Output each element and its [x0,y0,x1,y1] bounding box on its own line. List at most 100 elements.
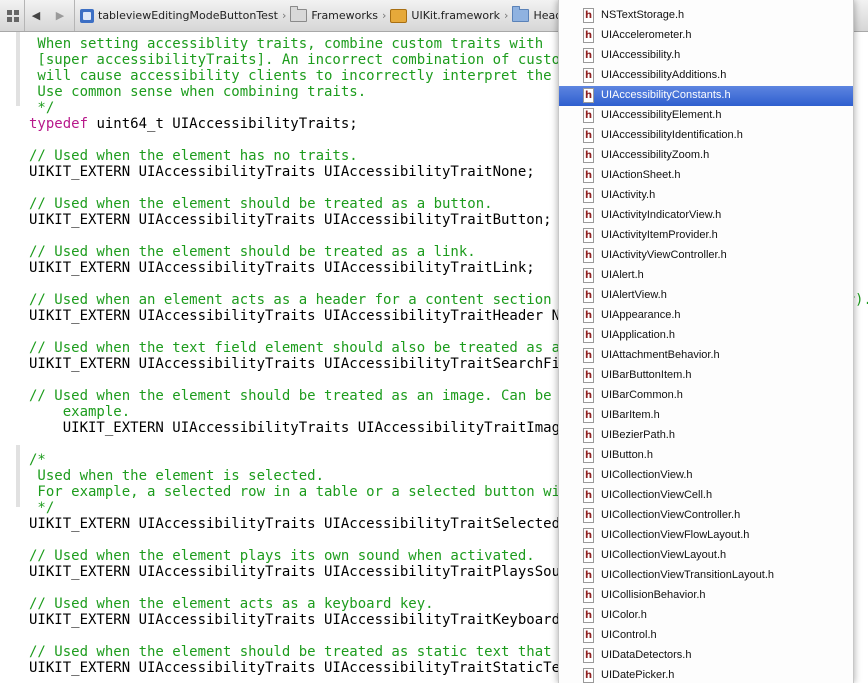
menu-item-file[interactable]: h UIAttachmentBehavior.h [559,346,853,366]
code-line: UIKIT_EXTERN UIAccessibilityTraits UIAcc… [29,164,535,180]
header-file-icon: h [583,448,594,463]
scope-gutter-marker [16,445,20,507]
code-line: UIKIT_EXTERN UIAccessibilityTraits UIAcc… [29,212,552,228]
menu-item-label: UICollectionViewTransitionLayout.h [601,569,775,581]
code-line: will cause accessibility clients to inco… [29,68,627,84]
header-file-icon: h [583,228,594,243]
header-file-icon: h [583,108,594,123]
menu-item-file[interactable]: h UIColor.h [559,606,853,626]
back-arrow-icon[interactable]: ◀ [28,0,44,31]
menu-item-label: UIAccessibility.h [601,49,681,61]
code-line: Used when the element is selected. [29,468,324,484]
code-line: UIKIT_EXTERN UIAccessibilityTraits UIAcc… [29,660,585,676]
chevron-right-icon: › [504,9,509,22]
header-file-icon: h [583,168,594,183]
code-line: UIKIT_EXTERN UIAccessibilityTraits UIAcc… [29,516,568,532]
breadcrumb-frameworks[interactable]: Frameworks [290,6,378,22]
header-file-icon: h [583,648,594,663]
menu-item-file[interactable]: h UIActivityIndicatorView.h [559,206,853,226]
menu-item-file[interactable]: h UIAccelerometer.h [559,26,853,46]
menu-item-file[interactable]: h UIActivity.h [559,186,853,206]
menu-item-file[interactable]: h UIAccessibilityElement.h [559,106,853,126]
menu-item-label: UICollectionViewController.h [601,509,741,521]
menu-item-label: UIAccessibilityElement.h [601,109,722,121]
menu-item-file[interactable]: h UIBezierPath.h [559,426,853,446]
menu-item-file[interactable]: h UIAccessibilityAdditions.h [559,66,853,86]
code-line: UIKIT_EXTERN UIAccessibilityTraits UIAcc… [29,612,594,628]
code-line: // Used when the element should be treat… [29,244,476,260]
menu-item-label: UIActionSheet.h [601,169,681,181]
menu-item-file[interactable]: h UIBarCommon.h [559,386,853,406]
header-file-icon: h [583,48,594,63]
header-file-icon: h [583,68,594,83]
menu-item-label: UIAccessibilityConstants.h [601,89,731,101]
forward-arrow-icon[interactable]: ▶ [52,0,68,31]
menu-item-file[interactable]: h UICollectionViewController.h [559,506,853,526]
menu-item-file[interactable]: h UIApplication.h [559,326,853,346]
header-file-icon: h [583,128,594,143]
menu-item-file[interactable]: h UIDataDetectors.h [559,646,853,666]
menu-item-file[interactable]: h UIControl.h [559,626,853,646]
header-file-icon: h [583,248,594,263]
code-comment: When setting accessiblity traits, combin… [29,36,544,52]
chevron-right-icon: › [382,9,387,22]
menu-item-file[interactable]: h UIAccessibilityIdentification.h [559,126,853,146]
file-list-menu[interactable]: h NSTextStorage.h h UIAccelerometer.h h UIAcc… [558,0,854,683]
menu-item-file[interactable]: h UIActivityViewController.h [559,246,853,266]
header-file-icon: h [583,308,594,323]
menu-item-file[interactable]: h UIAccessibilityZoom.h [559,146,853,166]
header-file-icon: h [583,528,594,543]
menu-item-label: UIAppearance.h [601,309,681,321]
menu-item-file[interactable]: h UIDatePicker.h [559,666,853,683]
menu-item-label: UICollisionBehavior.h [601,589,706,601]
header-file-icon: h [583,148,594,163]
menu-item-file[interactable]: h UIButton.h [559,446,853,466]
related-files-icon[interactable] [4,0,22,31]
menu-item-file[interactable]: h UIAccessibilityConstants.h [559,86,853,106]
menu-item-label: UIBarCommon.h [601,389,683,401]
menu-item-label: UIDataDetectors.h [601,649,692,661]
code-line: // Used when the element has no traits. [29,148,358,164]
header-file-icon: h [583,588,594,603]
menu-item-label: UIButton.h [601,449,653,461]
menu-item-file[interactable]: h UICollectionViewFlowLayout.h [559,526,853,546]
code-comment: /* [29,452,46,468]
menu-item-label: UIDatePicker.h [601,669,675,681]
code-comment: // Used when the element should be treat… [29,196,493,212]
menu-item-file[interactable]: h UICollectionView.h [559,466,853,486]
code-comment: */ [29,100,55,116]
menu-item-file[interactable]: h UIActivityItemProvider.h [559,226,853,246]
code-text: UIKIT_EXTERN UIAccessibilityTraits UIAcc… [29,660,586,676]
menu-item-file[interactable]: h UIBarItem.h [559,406,853,426]
breadcrumb-project[interactable]: tableviewEditingModeButtonTest [80,8,278,23]
menu-item-label: UIAccessibilityAdditions.h [601,69,727,81]
code-line: */ [29,100,54,116]
code-line: UIKIT_EXTERN UIAccessibilityTraits UIAcc… [29,564,585,580]
menu-item-file[interactable]: h UIAlert.h [559,266,853,286]
header-file-icon: h [583,608,594,623]
code-text: UIKIT_EXTERN UIAccessibilityTraits UIAcc… [29,516,569,532]
menu-item-file[interactable]: h UICollectionViewCell.h [559,486,853,506]
menu-item-file[interactable]: h UIActionSheet.h [559,166,853,186]
menu-item-file[interactable]: h UICollisionBehavior.h [559,586,853,606]
code-text: UIKIT_EXTERN UIAccessibilityTraits UIAcc… [29,212,552,228]
header-file-icon: h [583,268,594,283]
menu-item-file[interactable]: h UIAlertView.h [559,286,853,306]
chevron-right-icon: › [281,9,287,22]
breadcrumb-uikit-framework[interactable]: UIKit.framework [390,8,500,23]
menu-item-file[interactable]: h UIAppearance.h [559,306,853,326]
menu-item-label: UIAccessibilityZoom.h [601,149,710,161]
menu-item-file[interactable]: h UICollectionViewLayout.h [559,546,853,566]
framework-icon [390,8,408,23]
menu-item-label: UICollectionViewFlowLayout.h [601,529,750,541]
code-line: example. [29,404,130,420]
menu-item-file[interactable]: h NSTextStorage.h [559,6,853,26]
code-comment: // Used when the element should be treat… [29,244,476,260]
code-comment: will cause accessibility clients to inco… [29,68,628,84]
code-comment: // Used when the element plays its own s… [29,548,535,564]
header-file-icon: h [583,328,594,343]
code-line: UIKIT_EXTERN UIAccessibilityTraits UIAcc… [29,260,535,276]
menu-item-file[interactable]: h UIAccessibility.h [559,46,853,66]
menu-item-file[interactable]: h UICollectionViewTransitionLayout.h [559,566,853,586]
menu-item-file[interactable]: h UIBarButtonItem.h [559,366,853,386]
